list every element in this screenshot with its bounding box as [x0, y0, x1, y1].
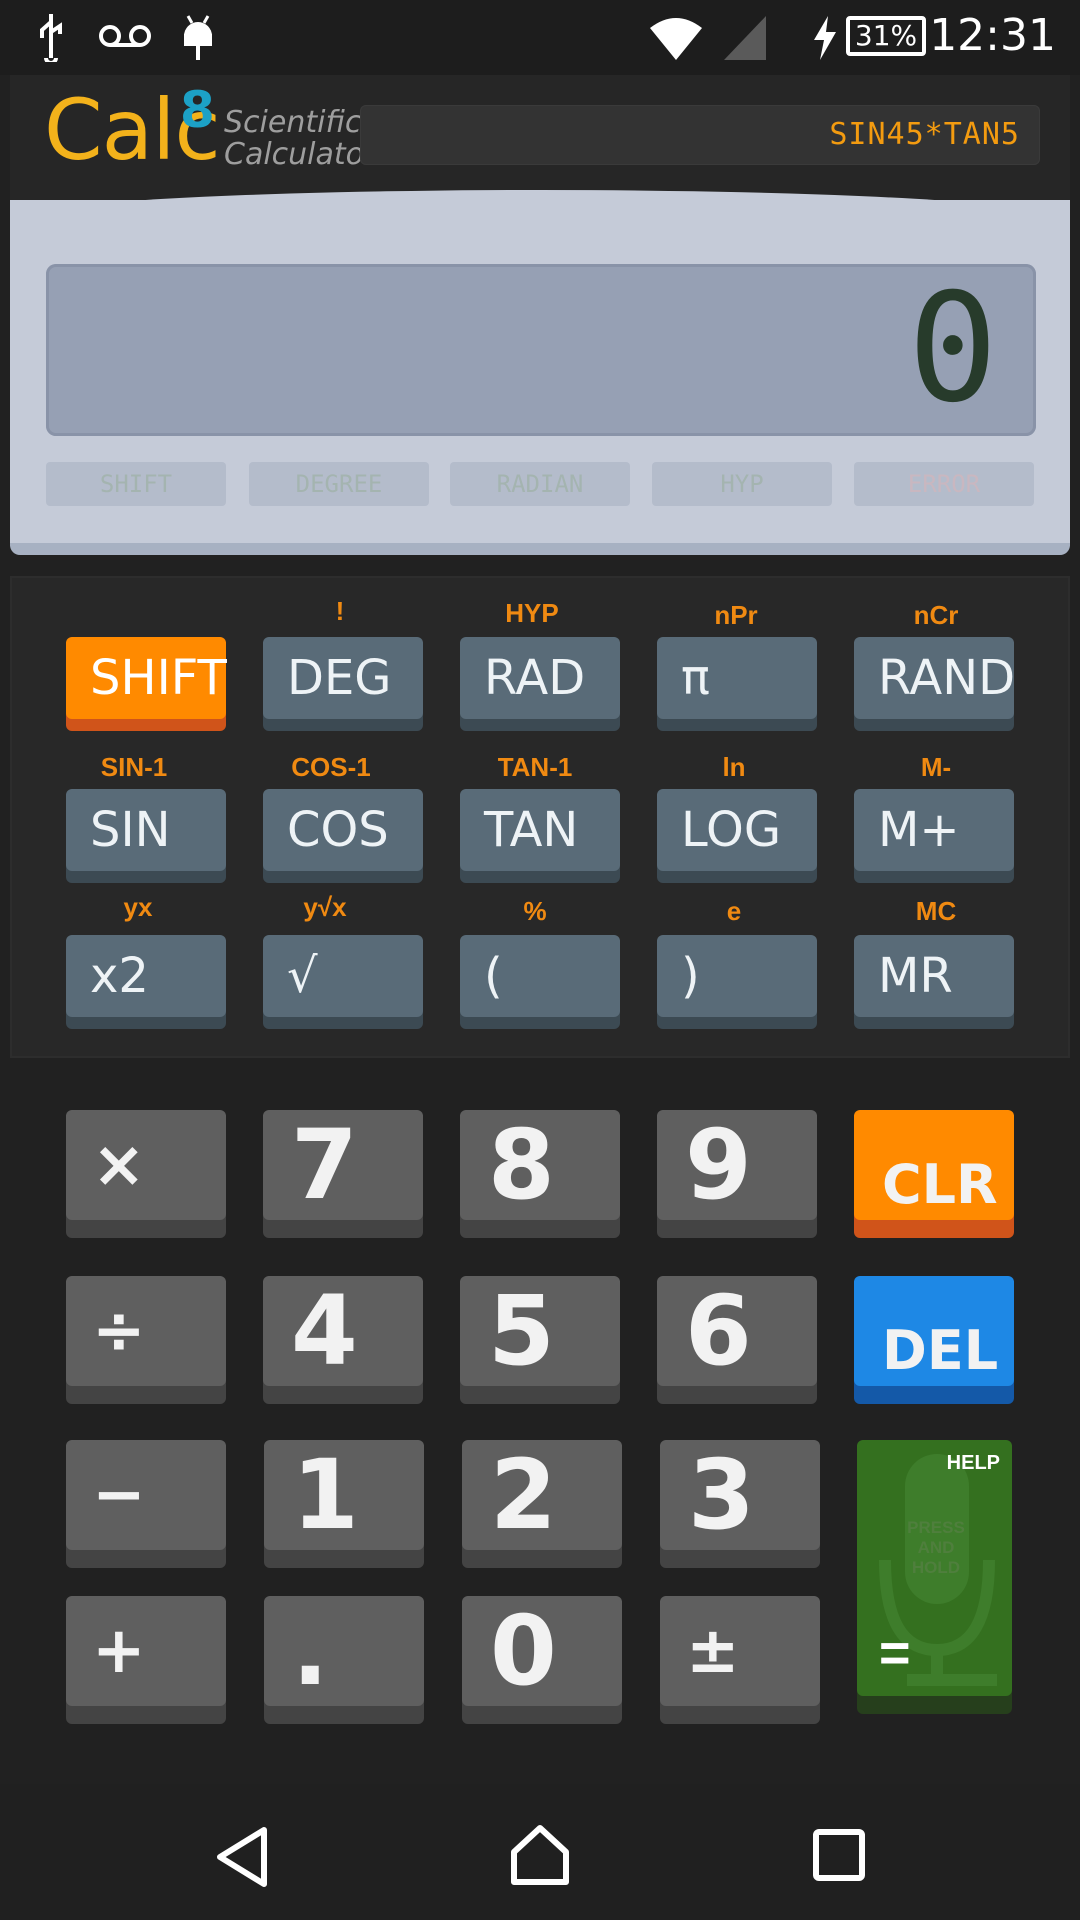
- lcd-panel: 0 SHIFT DEGREE RADIAN HYP ERROR: [10, 200, 1070, 555]
- status-bar: 31% 12:31: [0, 0, 1080, 75]
- secondary-label-mc: MC: [915, 896, 957, 926]
- secondary-label-hyp: HYP: [505, 598, 559, 628]
- expression-text: SIN45*TAN5: [829, 117, 1020, 152]
- indicator-radian: RADIAN: [450, 462, 630, 506]
- app-logo-subtitle: Scientific Calculator: [224, 107, 376, 171]
- digit-8-button[interactable]: 8: [460, 1110, 620, 1220]
- logo-subtitle-line2: Calculator: [224, 137, 377, 172]
- digit-7-button[interactable]: 7: [263, 1110, 423, 1220]
- mplus-button[interactable]: M+: [854, 789, 1014, 871]
- voicemail-icon: [99, 25, 151, 47]
- sqrt-button[interactable]: √: [263, 935, 423, 1017]
- secondary-label-power: yx: [123, 892, 153, 922]
- mr-button[interactable]: MR: [854, 935, 1014, 1017]
- navigation-bar: [0, 1784, 1080, 1920]
- delete-button[interactable]: DEL: [854, 1276, 1014, 1386]
- rand-button[interactable]: RAND: [854, 637, 1015, 719]
- deg-button[interactable]: DEG: [263, 637, 423, 719]
- cos-button[interactable]: COS: [263, 789, 423, 871]
- result-value: 0: [907, 262, 998, 436]
- indicator-shift: SHIFT: [46, 462, 226, 506]
- digit-0-button[interactable]: 0: [462, 1596, 622, 1706]
- secondary-label-factorial: !: [335, 596, 345, 626]
- app-header: Calc 8 Scientific Calculator SIN45*TAN5: [10, 75, 1070, 205]
- press-and-hold-hint: PRESS AND HOLD: [907, 1518, 965, 1577]
- android-debug-icon: [184, 15, 212, 60]
- wifi-icon: [650, 18, 702, 60]
- logo-subtitle-line1: Scientific: [224, 105, 362, 140]
- indicator-error: ERROR: [854, 462, 1034, 506]
- close-paren-button[interactable]: ): [657, 935, 817, 1017]
- secondary-label-percent: %: [523, 896, 547, 926]
- recents-icon[interactable]: [812, 1828, 868, 1884]
- divide-button[interactable]: ÷: [66, 1276, 226, 1386]
- pi-button[interactable]: π: [657, 637, 817, 719]
- charging-icon: [814, 16, 836, 60]
- secondary-label-mminus: M-: [920, 752, 952, 782]
- help-label: HELP: [946, 1452, 1000, 1474]
- log-button[interactable]: LOG: [657, 789, 817, 871]
- battery-indicator: 31%: [846, 16, 926, 56]
- clock: 12:31: [929, 10, 1056, 61]
- digit-9-button[interactable]: 9: [657, 1110, 817, 1220]
- secondary-label-yroot: y√x: [303, 892, 347, 922]
- clear-button[interactable]: CLR: [854, 1110, 1014, 1220]
- secondary-label-acos: COS-1: [291, 752, 371, 782]
- signal-icon: [724, 16, 766, 60]
- digit-5-button[interactable]: 5: [460, 1276, 620, 1386]
- secondary-label-ncr: nCr: [913, 600, 959, 630]
- open-paren-button[interactable]: (: [460, 935, 620, 1017]
- digit-6-button[interactable]: 6: [657, 1276, 817, 1386]
- usb-icon: [40, 14, 62, 62]
- expression-display: SIN45*TAN5: [360, 105, 1040, 165]
- secondary-label-ln: ln: [722, 752, 746, 782]
- indicator-degree: DEGREE: [249, 462, 429, 506]
- sin-button[interactable]: SIN: [66, 789, 226, 871]
- shift-button[interactable]: SHIFT: [66, 637, 227, 719]
- back-icon[interactable]: [214, 1826, 270, 1888]
- equals-symbol: =: [879, 1623, 911, 1683]
- app-logo-number: 8: [180, 81, 215, 139]
- subtract-button[interactable]: −: [66, 1440, 226, 1550]
- digit-1-button[interactable]: 1: [264, 1440, 424, 1550]
- tan-button[interactable]: TAN: [460, 789, 620, 871]
- decimal-point-button[interactable]: .: [264, 1596, 424, 1706]
- square-button[interactable]: x2: [66, 935, 226, 1017]
- equals-button[interactable]: HELP PRESS AND HOLD =: [857, 1440, 1012, 1696]
- rad-button[interactable]: RAD: [460, 637, 620, 719]
- digit-4-button[interactable]: 4: [263, 1276, 423, 1386]
- secondary-label-e: e: [726, 896, 742, 926]
- lcd-screen: 0: [46, 264, 1036, 436]
- digit-3-button[interactable]: 3: [660, 1440, 820, 1550]
- secondary-label-asin: SIN-1: [100, 752, 168, 782]
- digit-2-button[interactable]: 2: [462, 1440, 622, 1550]
- secondary-label-npr: nPr: [714, 600, 758, 630]
- multiply-button[interactable]: ×: [66, 1110, 226, 1220]
- add-button[interactable]: +: [66, 1596, 226, 1706]
- home-icon[interactable]: [508, 1822, 572, 1886]
- indicator-hyp: HYP: [652, 462, 832, 506]
- secondary-label-atan: TAN-1: [497, 752, 573, 782]
- plus-minus-button[interactable]: ±: [660, 1596, 820, 1706]
